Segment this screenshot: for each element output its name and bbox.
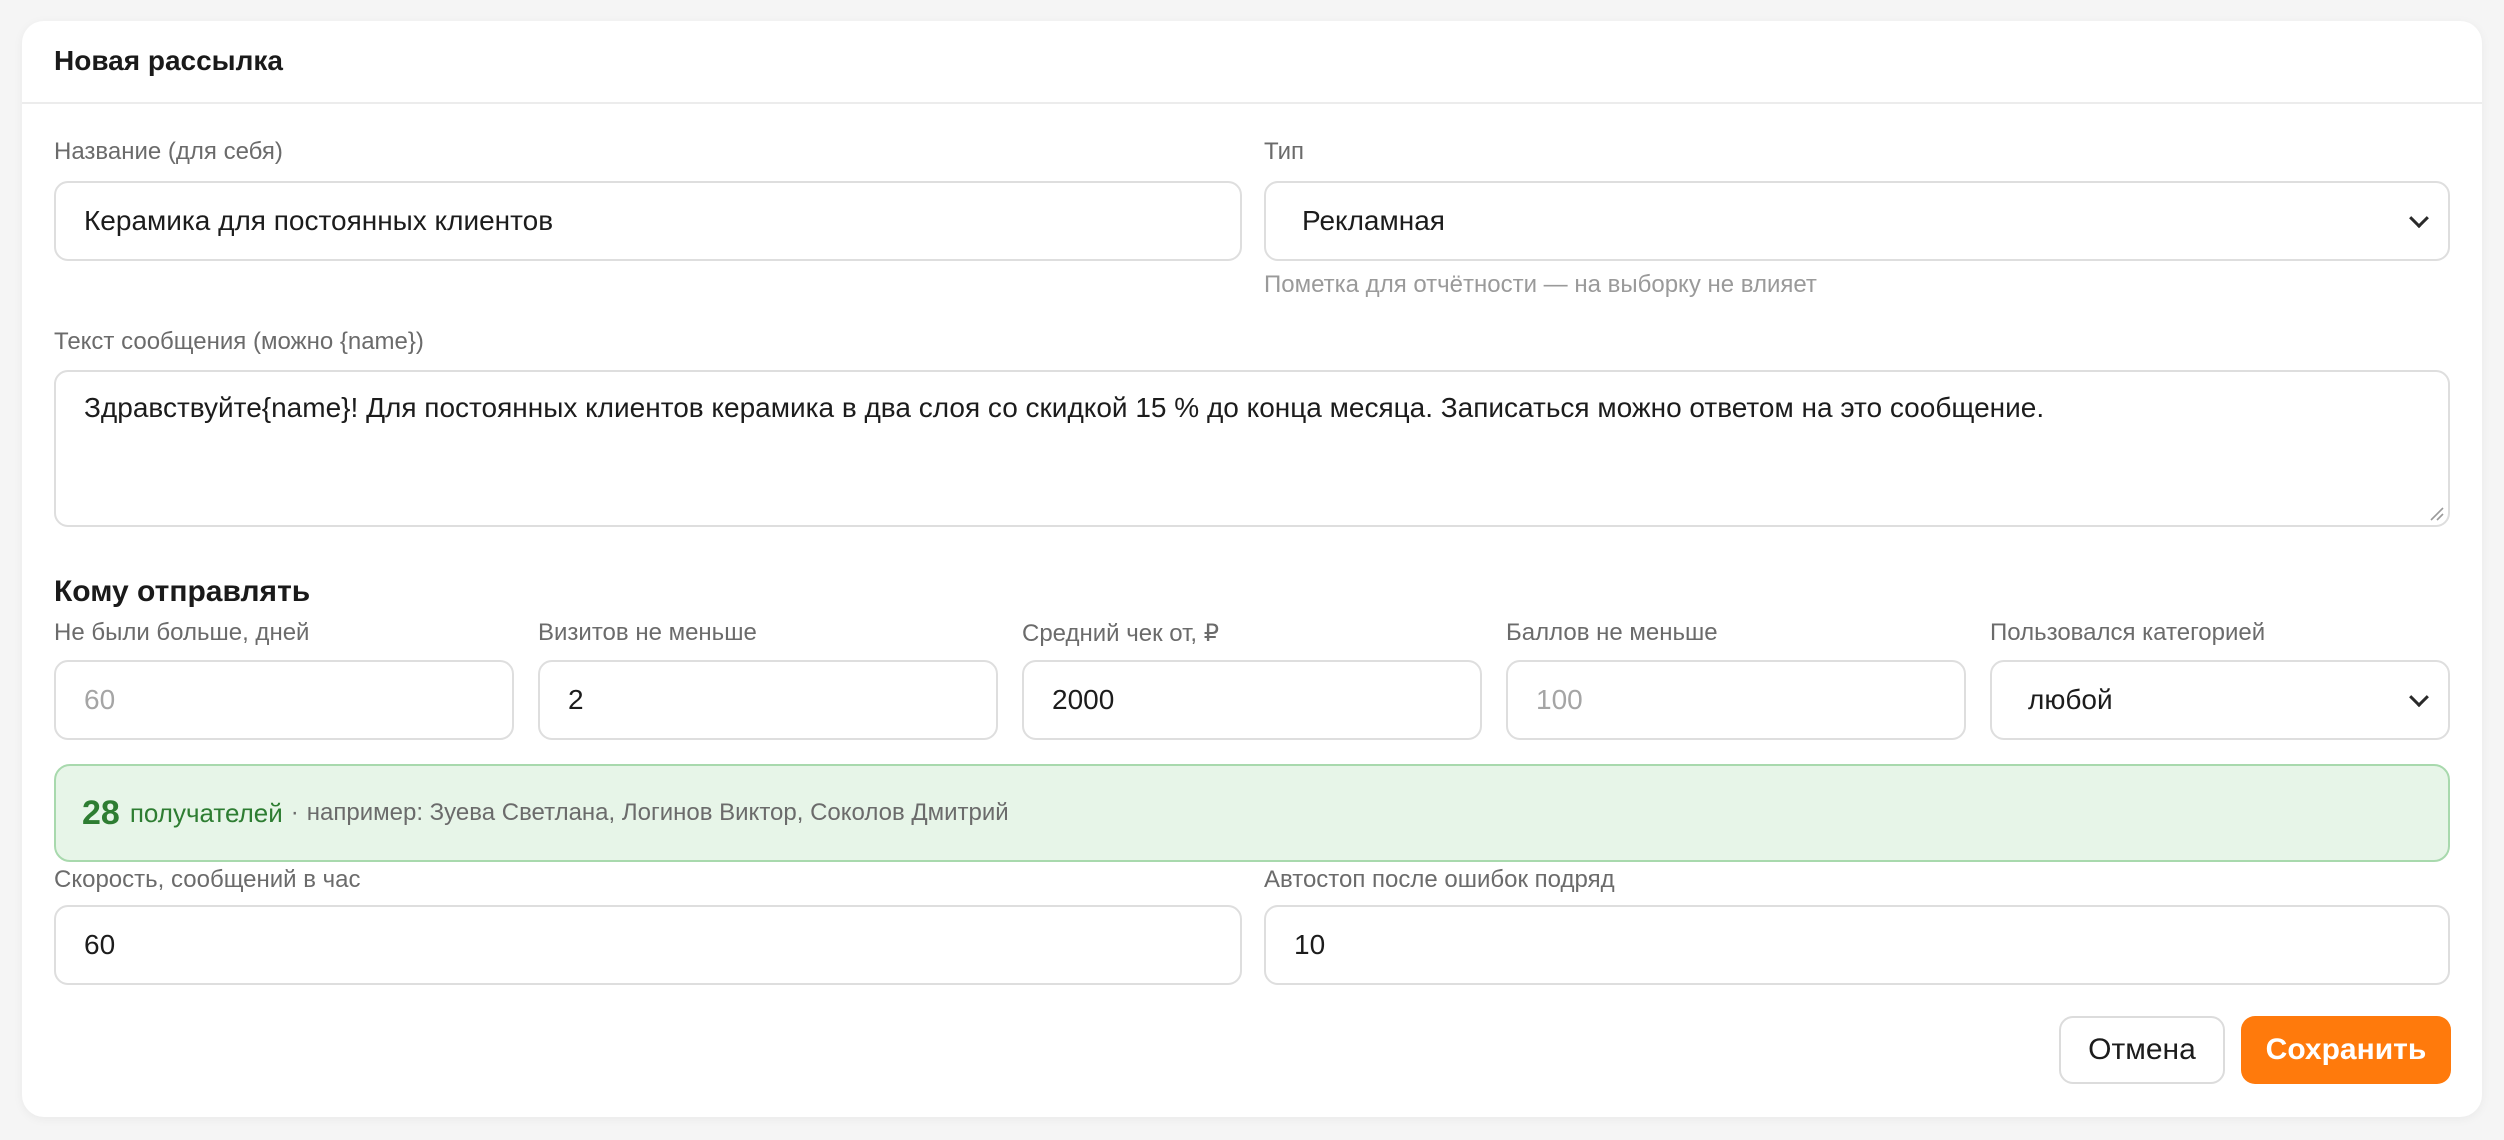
speed-label: Скорость, сообщений в час: [54, 866, 361, 893]
message-label: Текст сообщения (можно {name}): [54, 328, 424, 355]
message-text: Здравствуйте{name}! Для постоянных клиен…: [84, 392, 2045, 423]
type-select[interactable]: Рекламная: [1264, 181, 2450, 261]
message-textarea[interactable]: Здравствуйте{name}! Для постоянных клиен…: [54, 370, 2450, 527]
chevron-down-icon: [2409, 208, 2429, 229]
filter-category-value: любой: [2028, 684, 2113, 715]
autostop-label: Автостоп после ошибок подряд: [1264, 866, 1615, 893]
audience-title: Кому отправлять: [54, 575, 311, 608]
speed-input[interactable]: 60: [54, 905, 1242, 985]
card-header: Новая рассылка: [22, 21, 2482, 104]
name-input[interactable]: Керамика для постоянных клиентов: [54, 181, 1242, 261]
recipients-word: получателей: [129, 797, 283, 828]
filter-avg-check-label: Средний чек от, ₽: [1022, 620, 1220, 647]
filter-category-select[interactable]: любой: [1990, 660, 2450, 740]
filter-category-label: Пользовался категорией: [1990, 619, 2266, 646]
recipients-summary: 28 получателей · например: Зуева Светлан…: [54, 764, 2450, 862]
save-button[interactable]: Сохранить: [2241, 1016, 2451, 1084]
resize-handle-icon[interactable]: [2428, 505, 2444, 521]
type-select-value: Рекламная: [1302, 205, 1445, 236]
filter-days-label: Не были больше, дней: [54, 619, 310, 646]
chevron-down-icon: [2409, 687, 2429, 708]
recipients-count: 28: [82, 793, 120, 832]
type-hint: Пометка для отчётности — на выборку не в…: [1264, 271, 1817, 298]
autostop-input[interactable]: 10: [1264, 905, 2450, 985]
recipients-separator: ·: [290, 799, 299, 826]
recipients-example: например: Зуева Светлана, Логинов Виктор…: [306, 799, 1009, 826]
filter-visits-label: Визитов не меньше: [538, 619, 757, 646]
filter-points-input[interactable]: 100: [1506, 660, 1966, 740]
filter-days-input[interactable]: 60: [54, 660, 514, 740]
filter-points-label: Баллов не меньше: [1506, 619, 1718, 646]
card-title: Новая рассылка: [54, 45, 283, 76]
name-label: Название (для себя): [54, 138, 283, 165]
filter-avg-check-input[interactable]: 2000: [1022, 660, 1482, 740]
new-mailing-card: Новая рассылка Название (для себя) Керам…: [22, 21, 2482, 1117]
type-label: Тип: [1264, 138, 1305, 165]
filter-visits-input[interactable]: 2: [538, 660, 998, 740]
cancel-button[interactable]: Отмена: [2059, 1016, 2225, 1084]
